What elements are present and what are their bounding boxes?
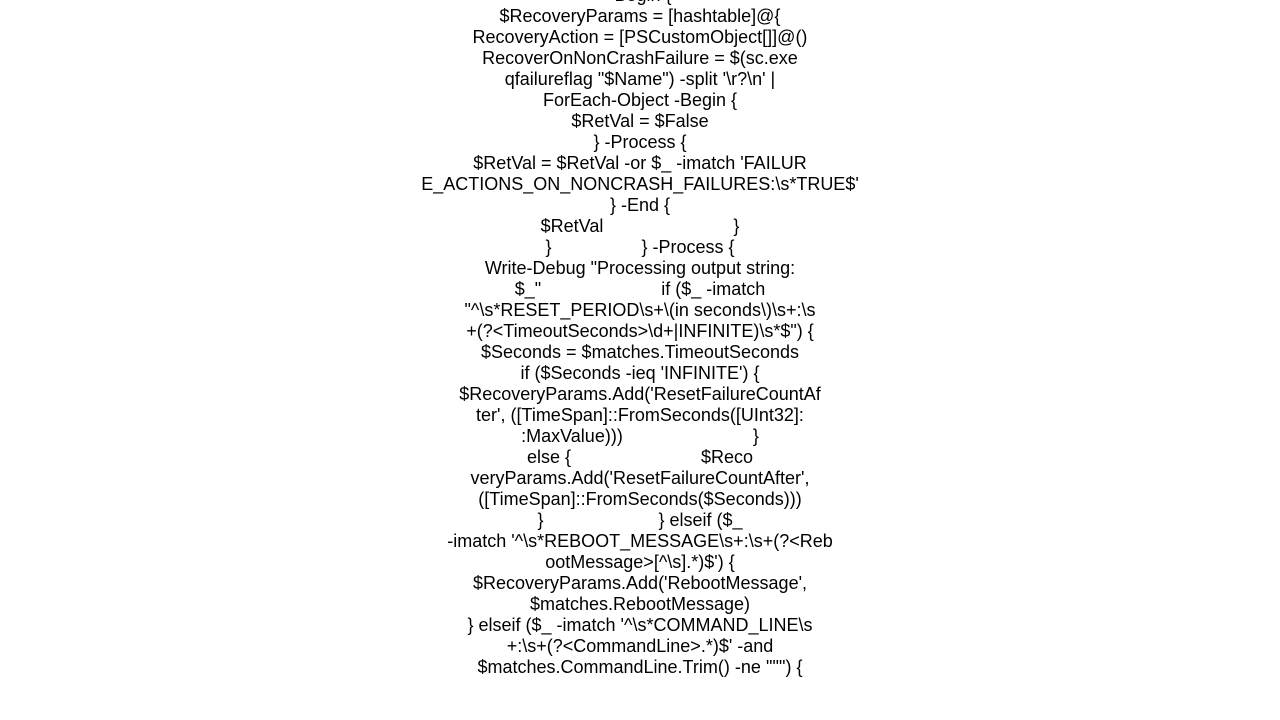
code-line: $RecoveryParams.Add('RebootMessage',	[472, 573, 808, 593]
code-line: $RecoveryParams = [hashtable]@{	[499, 6, 781, 26]
code-line: $_" if ($_ -imatch	[514, 279, 766, 299]
code-line: veryParams.Add('ResetFailureCountAfter',	[470, 468, 810, 488]
code-line: $matches.RebootMessage)	[529, 594, 751, 614]
code-line: else { $Reco	[526, 447, 754, 467]
code-line: } } elseif ($_	[537, 510, 743, 530]
code-line: if ($Seconds -ieq 'INFINITE') {	[520, 363, 760, 383]
code-line: $matches.CommandLine.Trim() -ne '""') {	[477, 657, 803, 677]
code-line: $RetVal = $RetVal -or $_ -imatch 'FAILUR	[473, 153, 807, 173]
code-line: ForEach-Object -Begin {	[542, 90, 738, 110]
code-line: ([TimeSpan]::FromSeconds($Seconds)))	[478, 489, 802, 509]
code-text-region: -Begin {$RecoveryParams = [hashtable]@{R…	[0, 0, 1280, 680]
code-line: ootMessage>[^\s].*)$') {	[545, 552, 735, 572]
code-line: } -Process {	[593, 132, 687, 152]
code-line: RecoverOnNonCrashFailure = $(sc.exe	[482, 48, 798, 68]
code-line: :MaxValue))) }	[521, 426, 759, 446]
code-line: qfailureflag "$Name") -split '\r?\n' |	[504, 69, 776, 89]
code-line: E_ACTIONS_ON_NONCRASH_FAILURES:\s*TRUE$'	[421, 174, 859, 194]
code-line: ter', ([TimeSpan]::FromSeconds([UInt32]:	[476, 405, 804, 425]
code-line: $RetVal = $False	[571, 111, 709, 131]
code-line: } } -Process {	[545, 237, 735, 257]
code-lines: -Begin {$RecoveryParams = [hashtable]@{R…	[0, 0, 1280, 678]
code-line: } -End {	[609, 195, 671, 215]
code-line: $RetVal }	[540, 216, 740, 236]
code-line: +:\s+(?<CommandLine>.*)$' -and	[506, 636, 774, 656]
code-line: RecoveryAction = [PSCustomObject[]]@()	[472, 27, 808, 47]
code-line: } elseif ($_ -imatch '^\s*COMMAND_LINE\s	[467, 615, 813, 635]
code-line: $Seconds = $matches.TimeoutSeconds	[480, 342, 799, 362]
code-line: Write-Debug "Processing output string:	[484, 258, 796, 278]
code-line: +(?<TimeoutSeconds>\d+|INFINITE)\s*$") {	[466, 321, 814, 341]
code-line: $RecoveryParams.Add('ResetFailureCountAf	[459, 384, 821, 404]
code-line: -imatch '^\s*REBOOT_MESSAGE\s+:\s+(?<Reb	[447, 531, 833, 551]
code-line: "^\s*RESET_PERIOD\s+\(in seconds\)\s+:\s	[464, 300, 816, 320]
